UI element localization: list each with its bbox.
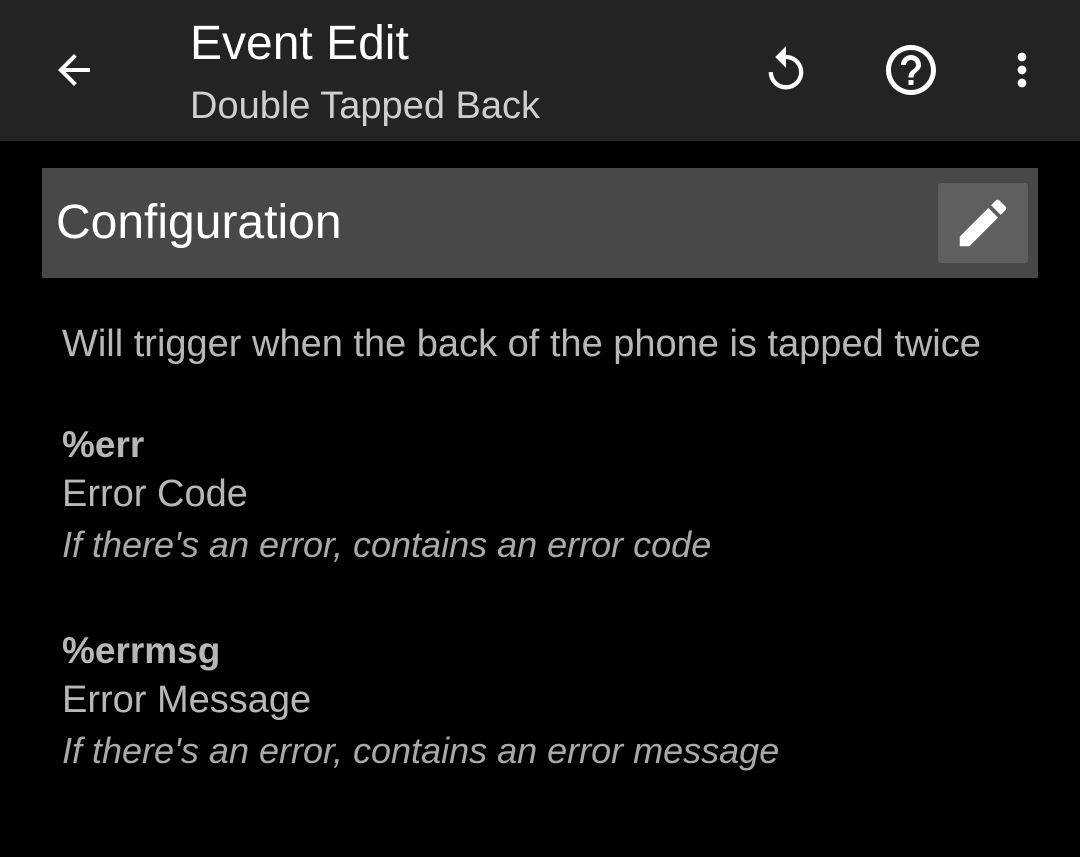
variable-name: %errmsg [62, 630, 221, 671]
configuration-content: Will trigger when the back of the phone … [62, 320, 1022, 778]
more-vertical-icon [1017, 52, 1027, 88]
pencil-icon [959, 199, 1007, 247]
arrow-left-icon [58, 54, 90, 86]
variable-item: %err Error Code If there's an error, con… [62, 420, 1022, 572]
page-subtitle: Double Tapped Back [190, 85, 540, 127]
section-title: Configuration [56, 196, 342, 249]
variable-description: If there's an error, contains an error m… [62, 730, 780, 771]
variable-name: %err [62, 424, 145, 465]
page-title: Event Edit [190, 17, 409, 70]
event-description: Will trigger when the back of the phone … [62, 323, 981, 365]
overflow-menu-button[interactable] [988, 36, 1056, 104]
help-button[interactable] [877, 36, 945, 104]
variable-label: Error Message [62, 679, 312, 721]
undo-button[interactable] [752, 36, 820, 104]
variable-description: If there's an error, contains an error c… [62, 524, 712, 565]
variable-item: %errmsg Error Message If there's an erro… [62, 626, 1022, 778]
back-button[interactable] [40, 36, 108, 104]
undo-icon [768, 46, 804, 90]
configuration-header: Configuration [42, 168, 1038, 278]
app-bar: Event Edit Double Tapped Back [0, 0, 1080, 141]
help-circle-icon [886, 45, 936, 95]
variable-label: Error Code [62, 473, 248, 515]
edit-configuration-button[interactable] [938, 183, 1028, 263]
